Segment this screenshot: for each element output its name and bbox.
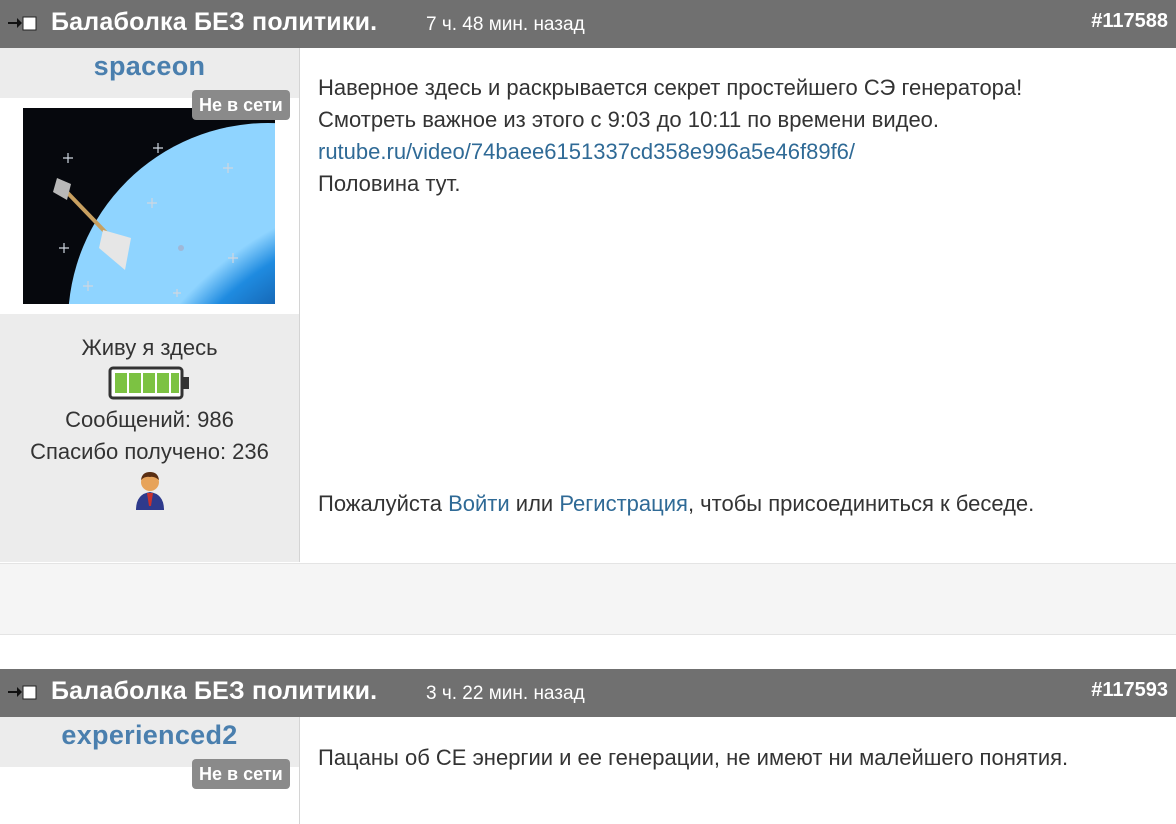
post-text-line: Половина тут. bbox=[318, 171, 461, 196]
avatar[interactable] bbox=[23, 108, 275, 304]
user-rank-icon bbox=[135, 472, 164, 510]
login-prompt: Пожалуйста Войти или Регистрация, чтобы … bbox=[318, 488, 1034, 520]
author-sidebar: spaceon Не в сети Живу я здесь Сообщений… bbox=[0, 48, 300, 562]
message-count: Сообщений: 986 bbox=[65, 407, 234, 432]
post-content: Наверное здесь и раскрывается секрет про… bbox=[318, 72, 1158, 516]
register-link[interactable]: Регистрация bbox=[559, 491, 688, 516]
post-timestamp: 7 ч. 48 мин. назад bbox=[426, 14, 585, 35]
post-collapse-icon[interactable] bbox=[8, 684, 38, 700]
post-category-title[interactable]: Балаболка БЕЗ политики. bbox=[51, 8, 377, 37]
post-header: Балаболка БЕЗ политики. 3 ч. 22 мин. наз… bbox=[0, 669, 1176, 717]
status-badge: Не в сети bbox=[192, 90, 290, 120]
login-link[interactable]: Войти bbox=[448, 491, 510, 516]
login-prompt-or: или bbox=[515, 491, 554, 516]
post-content: Пацаны об СЕ энергии и ее генерации, не … bbox=[318, 742, 1158, 774]
post-text-line: Смотреть важное из этого с 9:03 до 10:11… bbox=[318, 107, 940, 132]
post-117593: Балаболка БЕЗ политики. 3 ч. 22 мин. наз… bbox=[0, 669, 1176, 824]
post-number-link[interactable]: #117593 bbox=[1091, 679, 1168, 702]
post-timestamp: 3 ч. 22 мин. назад bbox=[426, 683, 585, 704]
video-link[interactable]: rutube.ru/video/74baee6151337cd358e996a5… bbox=[318, 139, 855, 164]
thanks-count: Спасибо получено: 236 bbox=[30, 439, 269, 464]
post-collapse-icon[interactable] bbox=[8, 15, 38, 31]
author-sidebar: experienced2 Не в сети bbox=[0, 717, 300, 824]
post-number-link[interactable]: #117588 bbox=[1091, 10, 1168, 33]
post-category-title[interactable]: Балаболка БЕЗ политики. bbox=[51, 677, 377, 706]
post-header: Балаболка БЕЗ политики. 7 ч. 48 мин. наз… bbox=[0, 0, 1176, 48]
post-text-line: Пацаны об СЕ энергии и ее генерации, не … bbox=[318, 745, 1069, 770]
login-prompt-text: Пожалуйста bbox=[318, 491, 442, 516]
username-link[interactable]: spaceon bbox=[94, 51, 206, 82]
activity-battery-icon bbox=[108, 366, 189, 400]
login-prompt-suffix: , чтобы присоединиться к беседе. bbox=[687, 491, 1035, 516]
username-link[interactable]: experienced2 bbox=[61, 720, 237, 751]
user-rank: Живу я здесь bbox=[81, 335, 218, 360]
post-text-line: Наверное здесь и раскрывается секрет про… bbox=[318, 75, 1023, 100]
post-separator bbox=[0, 563, 1176, 635]
post-117588: Балаболка БЕЗ политики. 7 ч. 48 мин. наз… bbox=[0, 0, 1176, 563]
status-badge: Не в сети bbox=[192, 759, 290, 789]
author-info: Живу я здесь Сообщений: 986 Спасибо полу… bbox=[0, 332, 299, 510]
